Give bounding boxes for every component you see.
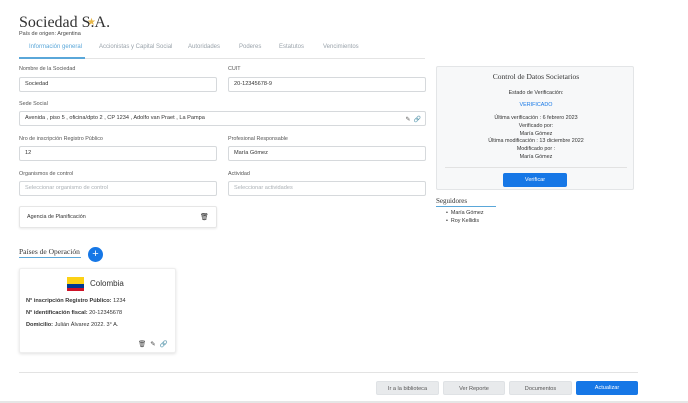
company-title: Sociedad S.A.: [19, 14, 111, 31]
country-tax-id: N° identificación fiscal: 20-12345678: [26, 310, 123, 316]
tab-expirations[interactable]: Vencimientos: [323, 44, 359, 50]
country-address: Domicilio: Julián Álvarez 2022. 3° A.: [26, 322, 119, 328]
registry-field[interactable]: 12: [19, 146, 217, 161]
trash-icon[interactable]: 🗑: [138, 341, 146, 348]
activity-select[interactable]: Seleccionar actividades: [228, 181, 426, 196]
trash-icon[interactable]: 🗑: [200, 213, 209, 221]
address-label: Sede Social: [19, 101, 48, 107]
followers-underline: [436, 206, 496, 207]
followers-title: Seguidores: [436, 197, 468, 205]
operations-underline: [19, 257, 81, 258]
verified-by: María Gómez: [519, 131, 553, 137]
star-icon[interactable]: ★: [87, 17, 96, 28]
last-verification: Última verificación : 6 febrero 2023: [494, 115, 578, 121]
control-select[interactable]: Seleccionar organismo de control: [19, 181, 217, 196]
origin-country: País de origen: Argentina: [19, 31, 81, 37]
edit-icon[interactable]: ✎: [405, 117, 410, 123]
agency-chip: Agencia de Planificación 🗑: [19, 206, 217, 228]
tab-powers[interactable]: Poderes: [239, 44, 261, 50]
address-field[interactable]: Avenida , piso 5 , oficina/dpto 2 , CP 1…: [19, 111, 426, 126]
follower-item: • María Gómez: [446, 210, 484, 216]
name-field[interactable]: Sociedad: [19, 77, 217, 92]
cuit-label: CUIT: [228, 66, 241, 72]
follower-item: • Roy Kellidis: [446, 218, 480, 224]
tab-shareholders[interactable]: Accionistas y Capital Social: [99, 44, 172, 50]
library-button[interactable]: Ir a la biblioteca: [376, 381, 439, 395]
report-button[interactable]: Ver Reporte: [443, 381, 505, 395]
status-value: VERIFICADO: [519, 102, 553, 108]
plus-icon[interactable]: +: [88, 247, 103, 262]
responsible-label: Profesional Responsable: [228, 136, 288, 142]
verify-button[interactable]: Verificar: [503, 173, 567, 187]
country-name: Colombia: [90, 279, 124, 288]
colombia-flag-icon: [67, 277, 84, 291]
link-icon[interactable]: 🔗: [160, 341, 168, 348]
panel-divider: [445, 167, 627, 168]
control-label: Organismos de control: [19, 171, 74, 177]
link-icon[interactable]: 🔗: [414, 117, 421, 123]
country-card: Colombia N° inscripción Registro Público…: [19, 268, 176, 353]
tab-authorities[interactable]: Autoridades: [188, 44, 220, 50]
activity-label: Actividad: [228, 171, 250, 177]
responsible-field[interactable]: María Gómez: [228, 146, 426, 161]
verified-by-label: Verificado por:: [518, 123, 554, 129]
last-modification: Última modificación : 13 diciembre 2022: [488, 138, 584, 144]
address-value: Avenida , piso 5 , oficina/dpto 2 , CP 1…: [25, 115, 205, 121]
modified-by-label: Modificado por :: [516, 146, 556, 152]
agency-name: Agencia de Planificación: [27, 214, 86, 220]
footer-divider: [19, 372, 638, 373]
verification-panel: Control de Datos Societarios Estado de V…: [436, 66, 634, 190]
country-registry: N° inscripción Registro Público: 1234: [26, 298, 126, 304]
operations-title: Países de Operación: [19, 247, 80, 256]
tab-bar: Información general Accionistas y Capita…: [19, 41, 425, 59]
active-tab-indicator: [19, 57, 85, 59]
registry-label: Nro de inscripción Registro Público: [19, 136, 103, 142]
name-label: Nombre de la Sociedad: [19, 66, 76, 72]
tab-statutes[interactable]: Estatutos: [279, 44, 304, 50]
panel-title: Control de Datos Societarios: [492, 72, 580, 81]
update-button[interactable]: Actualizar: [576, 381, 638, 395]
tab-general-info[interactable]: Información general: [29, 44, 82, 50]
modified-by: María Gómez: [519, 154, 553, 160]
cuit-field[interactable]: 20-12345678-9: [228, 77, 426, 92]
edit-icon[interactable]: ✎: [150, 341, 155, 348]
documents-button[interactable]: Documentos: [509, 381, 572, 395]
status-label: Estado de Verificación:: [508, 90, 564, 96]
